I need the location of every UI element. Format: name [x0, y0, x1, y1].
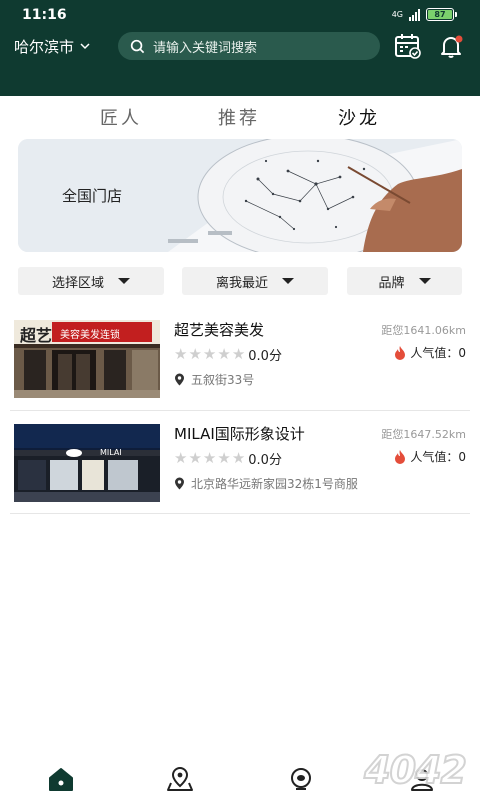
star-icon: ★	[231, 449, 246, 467]
home-icon[interactable]	[47, 766, 75, 792]
star-icon: ★	[202, 345, 217, 363]
discover-icon[interactable]	[287, 766, 315, 792]
tab-recommend[interactable]: 推荐	[218, 104, 260, 130]
calendar-check-icon[interactable]	[394, 33, 422, 59]
flame-icon	[395, 449, 406, 464]
store-address: 北京路华远新家园32栋1号商服	[174, 475, 358, 492]
signal-icon	[409, 8, 420, 21]
rating-score: 0.0分	[248, 453, 282, 468]
popularity: 人气值：0	[393, 344, 466, 361]
store-name: 超艺美容美发	[174, 321, 265, 339]
divider	[10, 410, 470, 411]
star-icon: ★	[174, 449, 188, 467]
tab-salon[interactable]: 沙龙	[338, 104, 380, 130]
filter-bar: 选择区域 离我最近 品牌	[18, 267, 462, 295]
store-sign-subtitle: 美容美发连锁	[60, 330, 120, 341]
chevron-down-icon	[80, 43, 90, 50]
store-sign: 超艺	[20, 326, 53, 345]
store-photo: 超艺 美容美发连锁	[14, 320, 160, 398]
flame-icon	[395, 345, 406, 360]
watermark-text: 4042	[363, 747, 468, 793]
store-distance: 距您1641.06km	[381, 324, 466, 337]
store-photo: MILAI	[14, 424, 160, 502]
stores-banner[interactable]: 全国门店	[18, 139, 462, 252]
popularity: 人气值：0	[393, 448, 466, 465]
store-address: 五叙街33号	[174, 371, 254, 388]
popularity-value: 人气值：0	[410, 346, 466, 360]
filter-region-label: 选择区域	[51, 275, 104, 291]
search-icon	[130, 39, 145, 53]
battery-level: 87	[434, 10, 446, 19]
star-icon: ★	[174, 345, 188, 363]
filter-brand-label: 品牌	[378, 275, 405, 291]
filter-region[interactable]: 选择区域	[18, 267, 164, 295]
battery-icon: 87	[426, 8, 457, 21]
store-distance: 距您1647.52km	[381, 428, 466, 441]
network-label: 4G	[391, 10, 403, 19]
popularity-value: 人气值：0	[410, 450, 466, 464]
caret-down-icon	[118, 278, 130, 284]
category-tabs: 匠人 推荐 沙龙	[0, 104, 480, 134]
city-name: 哈尔滨市	[14, 38, 75, 56]
location-pin-icon	[175, 373, 184, 386]
star-icon: ★	[217, 345, 231, 363]
star-icon: ★	[231, 345, 246, 363]
star-rating: ★ ★ ★ ★ ★ 0.0分	[174, 449, 282, 469]
status-time: 11:16	[22, 7, 67, 23]
caret-down-icon	[282, 278, 294, 284]
status-bar: 11:16 4G 87	[0, 0, 480, 30]
store-card[interactable]: MILAI MILAI国际形象设计 距您1647.52km ★ ★ ★ ★ ★ …	[10, 416, 470, 514]
store-address-text: 北京路华远新家园32栋1号商服	[191, 477, 358, 491]
star-icon: ★	[188, 345, 202, 363]
city-selector[interactable]: 哈尔滨市	[14, 36, 90, 57]
watermark-logo: 4042	[326, 744, 476, 798]
search-placeholder: 请输入关键词搜索	[153, 40, 258, 56]
star-rating: ★ ★ ★ ★ ★ 0.0分	[174, 345, 282, 365]
divider	[10, 513, 470, 514]
star-icon: ★	[188, 449, 202, 467]
star-icon: ★	[202, 449, 217, 467]
caret-down-icon	[418, 278, 431, 284]
store-card[interactable]: 超艺 美容美发连锁 超艺美容美发 距您1641.06km ★ ★ ★ ★ ★ 0…	[10, 312, 470, 410]
rating-score: 0.0分	[248, 349, 282, 364]
bell-icon[interactable]	[438, 33, 466, 59]
map-pin-icon[interactable]	[166, 766, 194, 792]
filter-brand[interactable]: 品牌	[347, 267, 462, 295]
location-pin-icon	[175, 477, 184, 490]
store-sign: MILAI	[100, 448, 122, 457]
banner-title: 全国门店	[62, 187, 123, 205]
app-header: 11:16 4G 87 哈尔滨市 请输入关键词搜索	[0, 0, 480, 96]
search-input[interactable]: 请输入关键词搜索	[118, 32, 380, 60]
store-name: MILAI国际形象设计	[174, 425, 305, 443]
tab-craftsman[interactable]: 匠人	[100, 104, 142, 130]
status-icons: 4G 87	[391, 8, 457, 21]
star-icon: ★	[217, 449, 231, 467]
filter-distance[interactable]: 离我最近	[182, 267, 328, 295]
store-address-text: 五叙街33号	[191, 373, 255, 387]
filter-distance-label: 离我最近	[215, 275, 268, 291]
